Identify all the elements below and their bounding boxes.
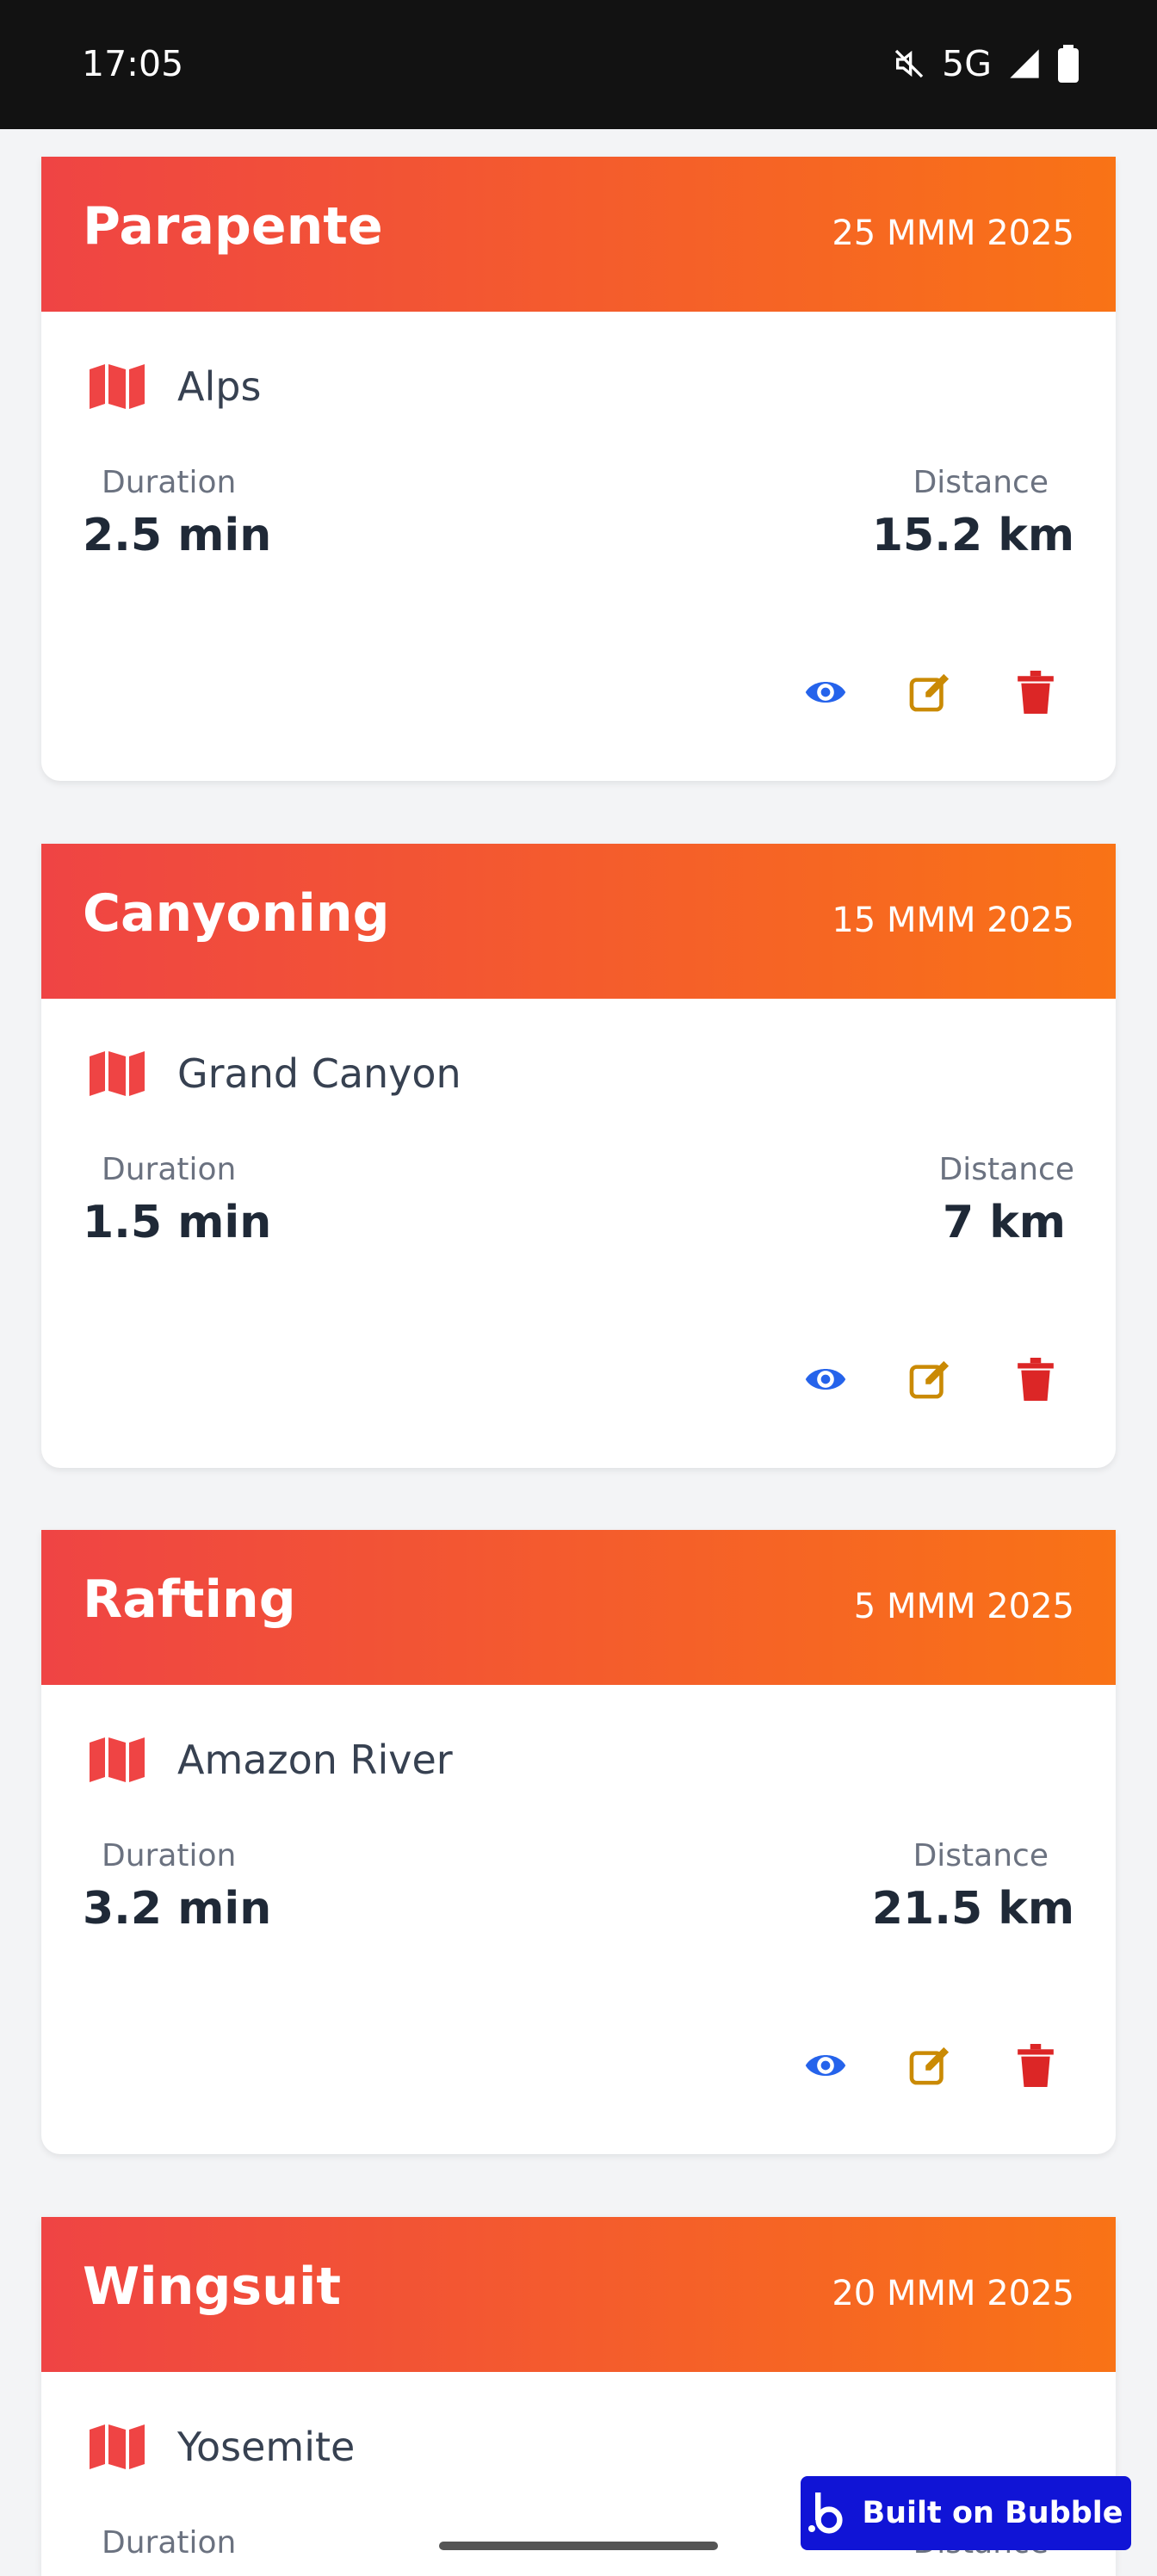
status-time: 17:05 [82,43,184,84]
edit-icon [909,2047,950,2085]
duration-label: Duration [102,465,237,500]
eye-icon [805,1368,846,1390]
location-row: Alps [90,363,261,410]
distance-value: 7 km [942,1197,1066,1248]
card-header: Parapente 25 MMM 2025 [41,157,1116,312]
map-icon [90,1737,145,1782]
mute-icon [894,49,924,78]
trash-icon [1018,671,1054,714]
location-text: Amazon River [177,1737,453,1783]
eye-icon [805,681,846,703]
activity-date: 15 MMM 2025 [832,901,1074,940]
activity-title: Rafting [83,1570,296,1630]
card-actions [804,1358,1057,1401]
edit-button[interactable] [909,671,952,714]
signal-icon [1010,49,1039,78]
distance-label: Distance [938,1152,1074,1187]
status-icons: 5G [892,43,1080,84]
location-text: Yosemite [177,2424,356,2470]
duration-label: Duration [102,1838,237,1873]
activity-date: 20 MMM 2025 [832,2274,1074,2313]
delete-button[interactable] [1014,2044,1057,2087]
location-text: Alps [177,363,262,410]
distance-value: 15.2 km [871,510,1074,561]
distance-value: 21.5 km [871,1883,1074,1935]
duration-label: Duration [102,2525,237,2561]
delete-button[interactable] [1014,671,1057,714]
network-type: 5G [942,43,992,84]
activity-date: 5 MMM 2025 [853,1587,1074,1626]
duration-label: Duration [102,1152,237,1187]
view-button[interactable] [804,1358,847,1401]
map-icon [90,364,145,409]
map-icon [90,2424,145,2469]
edit-icon [909,673,950,712]
eye-icon [805,2054,846,2077]
map-icon [90,1051,145,1096]
edit-button[interactable] [909,2044,952,2087]
built-on-bubble-badge[interactable]: Built on Bubble [801,2476,1131,2550]
location-text: Grand Canyon [177,1050,461,1097]
location-row: Amazon River [90,1737,453,1783]
activity-title: Parapente [83,196,383,257]
trash-icon [1018,2044,1054,2087]
location-row: Grand Canyon [90,1050,461,1097]
trash-icon [1018,1358,1054,1401]
view-button[interactable] [804,2044,847,2087]
status-bar: 17:05 5G [0,0,1157,129]
activity-card: Canyoning 15 MMM 2025 Grand Canyon Durat… [41,844,1116,1468]
edit-button[interactable] [909,1358,952,1401]
card-header: Wingsuit 20 MMM 2025 [41,2217,1116,2372]
distance-label: Distance [913,1838,1049,1873]
home-indicator[interactable] [439,2542,718,2550]
view-button[interactable] [804,671,847,714]
location-row: Yosemite [90,2424,355,2470]
activity-date: 25 MMM 2025 [832,214,1074,253]
edit-icon [909,1360,950,1399]
distance-label: Distance [913,465,1049,500]
card-header: Canyoning 15 MMM 2025 [41,844,1116,999]
delete-button[interactable] [1014,1358,1057,1401]
card-actions [804,671,1057,714]
duration-value: 1.5 min [83,1197,272,1248]
card-header: Rafting 5 MMM 2025 [41,1530,1116,1685]
duration-value: 2.5 min [83,510,272,561]
activity-card: Rafting 5 MMM 2025 Amazon River Duration… [41,1530,1116,2154]
battery-icon [1058,45,1079,83]
activity-title: Wingsuit [83,2257,342,2317]
card-actions [804,2044,1057,2087]
bubble-logo-icon [808,2492,844,2534]
activity-card: Parapente 25 MMM 2025 Alps Duration 2.5 … [41,157,1116,781]
activity-title: Canyoning [83,883,390,944]
badge-label: Built on Bubble [862,2496,1123,2530]
duration-value: 3.2 min [83,1883,272,1935]
